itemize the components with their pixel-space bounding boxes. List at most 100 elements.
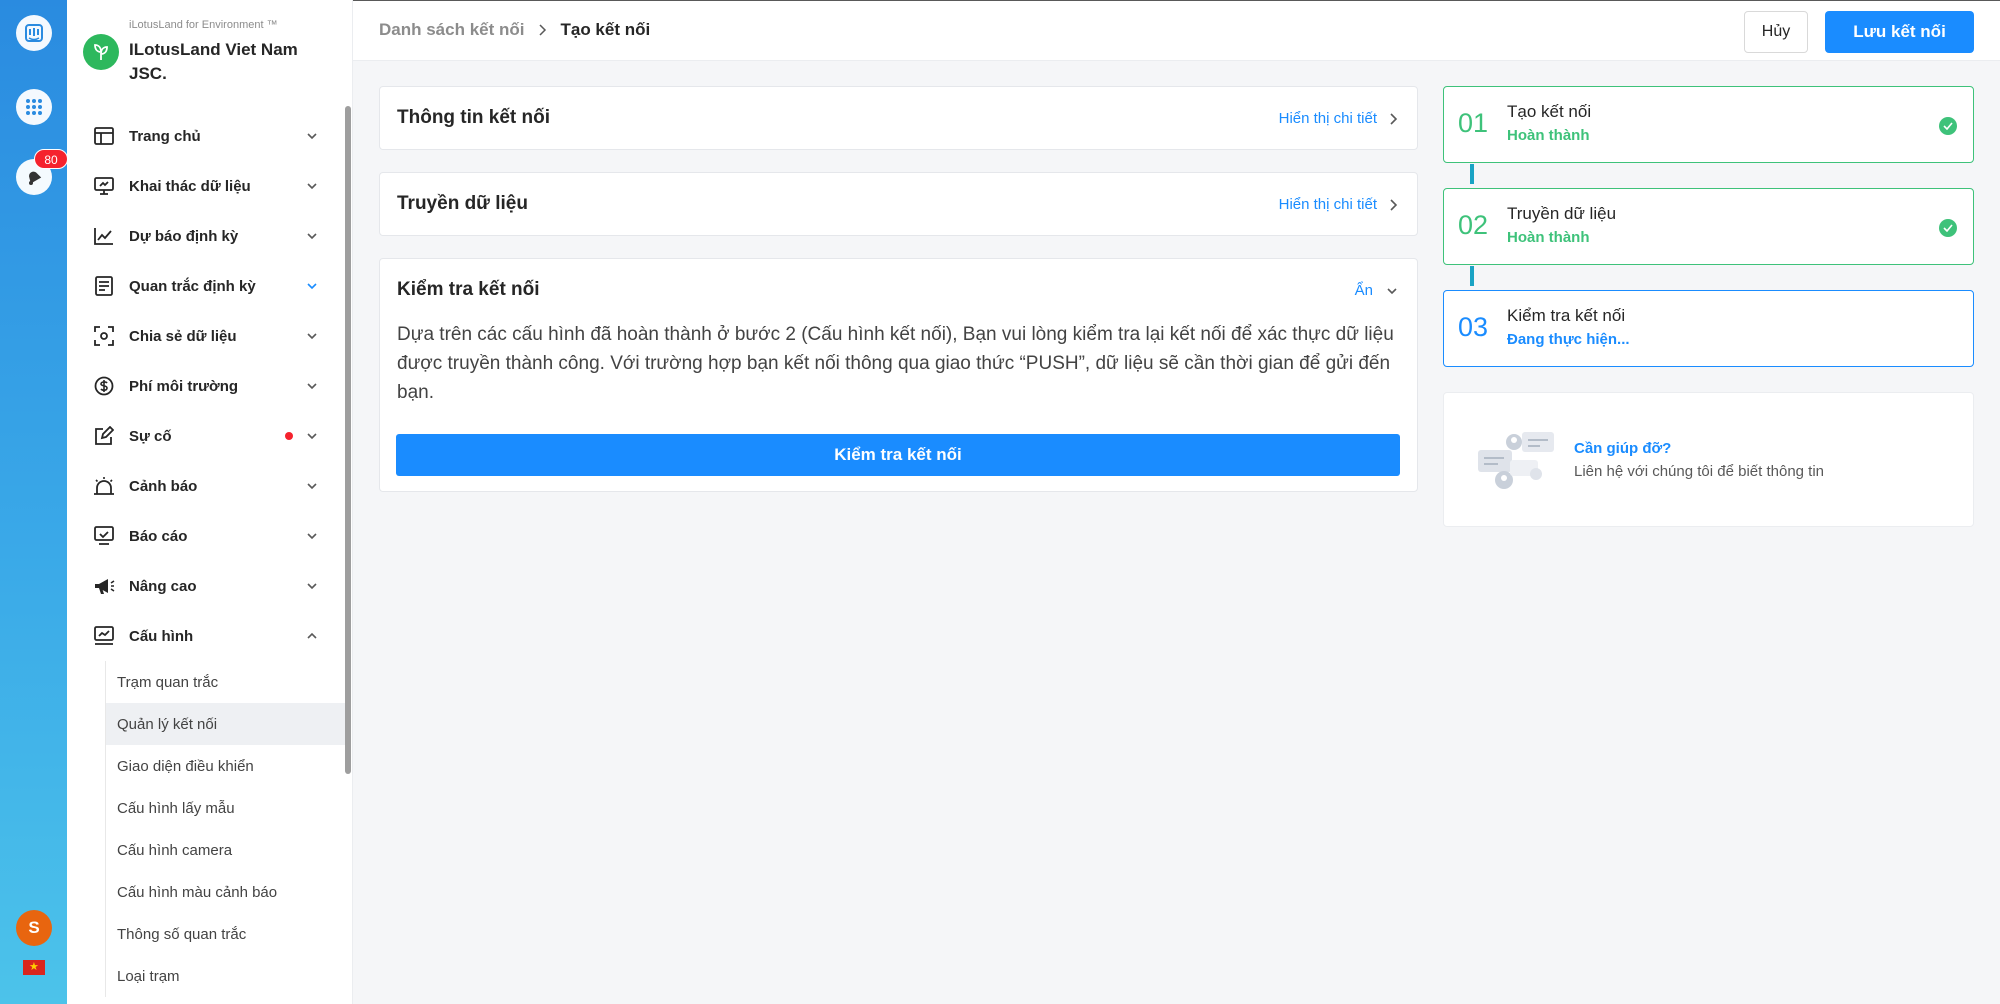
step-number: 02 [1458, 210, 1489, 240]
sidebar-item-label: Báo cáo [129, 527, 188, 545]
chevron-down-icon [307, 333, 317, 340]
help-title[interactable]: Cần giúp đỡ? [1574, 440, 1671, 457]
sidebar-item-cau-hinh[interactable]: Cấu hình [67, 611, 345, 661]
org-header[interactable]: iLotusLand for Environment ™ ILotusLand … [83, 18, 342, 88]
save-connection-button[interactable]: Lưu kết nối [1825, 11, 1974, 53]
step-2[interactable]: 02 Truyền dữ liệu Hoàn thành [1443, 188, 1974, 265]
sidebar-item-chia-se[interactable]: Chia sẻ dữ liệu [67, 311, 345, 361]
sidebar-menu: Trang chủ Khai thác dữ liệu Dự báo định … [67, 111, 345, 997]
step-status: Đang thực hiện... [1507, 331, 1630, 348]
chevron-right-icon [1390, 198, 1398, 211]
sidebar-item-bao-cao[interactable]: Báo cáo [67, 511, 345, 561]
submenu-item[interactable]: Loại trạm [106, 955, 345, 997]
submenu-item[interactable]: Trạm quan trắc [106, 661, 345, 703]
megaphone-icon [93, 575, 115, 597]
sidebar-item-label: Trang chủ [129, 127, 201, 145]
card-title: Thông tin kết nối [397, 107, 551, 128]
step-1[interactable]: 01 Tạo kết nối Hoàn thành [1443, 86, 1974, 163]
org-name: ILotusLand Viet Nam JSC. [129, 40, 298, 83]
submenu-item-active[interactable]: Quản lý kết nối [106, 703, 345, 745]
sidebar-item-label: Nâng cao [129, 577, 197, 595]
data-transfer-card[interactable]: Truyền dữ liệu Hiển thị chi tiết [379, 172, 1418, 236]
step-connector [1470, 164, 1474, 184]
sidebar: iLotusLand for Environment ™ ILotusLand … [67, 0, 353, 1004]
sidebar-item-label: Sự cố [129, 427, 172, 445]
submenu-item[interactable]: Cấu hình màu cảnh báo [106, 871, 345, 913]
page-header: Danh sách kết nối Tạo kết nối Hủy Lưu kế… [353, 0, 2000, 61]
chevron-down-icon [307, 383, 317, 390]
connection-check-card: Kiểm tra kết nối Ẩn Dựa trên các cấu hìn… [379, 258, 1418, 492]
step-number: 01 [1458, 108, 1489, 138]
chevron-down-icon [307, 533, 317, 540]
chevron-right-icon [539, 24, 547, 36]
chevron-down-icon [307, 133, 317, 140]
sidebar-item-du-bao[interactable]: Dự báo định kỳ [67, 211, 345, 261]
step-number: 03 [1458, 312, 1489, 342]
show-details-link[interactable]: Hiển thị chi tiết [1279, 110, 1399, 127]
app-rail: 80 S ★ [0, 0, 68, 1004]
sidebar-item-nang-cao[interactable]: Nâng cao [67, 561, 345, 611]
hide-label: Ẩn [1354, 282, 1373, 299]
step-title: Kiểm tra kết nối [1507, 306, 1626, 325]
card-title: Kiểm tra kết nối [397, 279, 540, 300]
step-title: Tạo kết nối [1507, 102, 1592, 121]
language-flag-icon[interactable]: ★ [23, 960, 45, 975]
chevron-down-icon [307, 483, 317, 490]
connection-info-card[interactable]: Thông tin kết nối Hiển thị chi tiết [379, 86, 1418, 150]
share-icon [93, 325, 115, 347]
alarm-icon [93, 475, 115, 497]
sidebar-item-label: Quan trắc định kỳ [129, 277, 256, 295]
chevron-up-icon [307, 632, 317, 639]
sidebar-item-su-co[interactable]: Sự cố [67, 411, 345, 461]
breadcrumb-parent-link[interactable]: Danh sách kết nối [379, 20, 524, 40]
show-details-label: Hiển thị chi tiết [1278, 110, 1377, 127]
chevron-down-icon [1387, 287, 1397, 294]
dollar-icon [93, 375, 115, 397]
chevron-down-icon [307, 183, 317, 190]
step-status: Hoàn thành [1507, 229, 1590, 246]
check-description: Dựa trên các cấu hình đã hoàn thành ở bư… [397, 324, 1394, 403]
submenu-item[interactable]: Giao diện điều khiển [106, 745, 345, 787]
org-logo-icon [83, 34, 119, 70]
check-connection-button[interactable]: Kiểm tra kết nối [396, 434, 1400, 476]
chevron-down-icon [307, 583, 317, 590]
sidebar-item-phi-moi-truong[interactable]: Phí môi trường [67, 361, 345, 411]
app-logo-icon[interactable] [16, 15, 52, 51]
submenu-item[interactable]: Cấu hình lấy mẫu [106, 787, 345, 829]
step-3[interactable]: 03 Kiểm tra kết nối Đang thực hiện... [1443, 290, 1974, 367]
edit-icon [93, 425, 115, 447]
sidebar-item-quan-trac-dinh-ky[interactable]: Quan trắc định kỳ [67, 261, 345, 311]
show-details-link[interactable]: Hiển thị chi tiết [1279, 196, 1399, 213]
sidebar-item-canh-bao[interactable]: Cảnh báo [67, 461, 345, 511]
sidebar-item-label: Phí môi trường [129, 377, 239, 395]
chevron-down-icon [307, 233, 317, 240]
home-icon [93, 125, 115, 147]
config-submenu: Trạm quan trắc Quản lý kết nối Giao diện… [105, 661, 345, 997]
sidebar-item-label: Cấu hình [129, 627, 194, 645]
help-card[interactable]: Cần giúp đỡ? Liên hệ với chúng tôi để bi… [1443, 392, 1974, 527]
hide-link[interactable]: Ẩn [1355, 282, 1399, 299]
user-avatar[interactable]: S [16, 910, 52, 946]
cancel-button[interactable]: Hủy [1744, 11, 1808, 53]
sidebar-item-trang-chu[interactable]: Trang chủ [67, 111, 345, 161]
sidebar-scrollbar[interactable] [345, 106, 351, 774]
sidebar-item-label: Cảnh báo [129, 477, 198, 495]
check-circle-icon [1939, 117, 1957, 135]
sidebar-item-label: Khai thác dữ liệu [129, 177, 251, 195]
sidebar-item-khai-thac[interactable]: Khai thác dữ liệu [67, 161, 345, 211]
show-details-label: Hiển thị chi tiết [1278, 196, 1377, 213]
submenu-item[interactable]: Thông số quan trắc [106, 913, 345, 955]
flag-star: ★ [29, 961, 39, 973]
apps-grid-icon[interactable] [16, 89, 52, 125]
step-title: Truyền dữ liệu [1507, 204, 1617, 223]
alert-dot [285, 432, 293, 440]
sidebar-item-label: Chia sẻ dữ liệu [129, 327, 237, 345]
report-icon [93, 525, 115, 547]
chevron-down-icon [307, 433, 317, 440]
chevron-down-icon [307, 283, 317, 290]
notification-badge: 80 [34, 149, 68, 169]
submenu-item[interactable]: Cấu hình camera [106, 829, 345, 871]
breadcrumb-current: Tạo kết nối [560, 20, 651, 39]
help-subtitle: Liên hệ với chúng tôi để biết thông tin [1574, 463, 1825, 480]
org-subtitle: iLotusLand for Environment ™ [129, 19, 278, 31]
